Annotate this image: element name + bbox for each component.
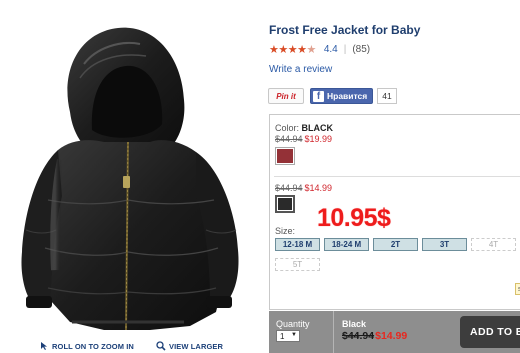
social-buttons: Pin it f Нравится 41	[268, 88, 397, 104]
swatch-price-2: $44.94 $14.99	[275, 183, 332, 193]
size-label: Size:	[275, 226, 296, 236]
product-image[interactable]	[0, 0, 262, 338]
rating-count[interactable]: (85)	[352, 44, 370, 55]
view-larger-label: VIEW LARGER	[169, 341, 224, 351]
size-option-4t: 4T	[471, 238, 516, 251]
purchase-divider	[333, 311, 334, 353]
swatch-price-1: $44.94 $19.99	[275, 134, 332, 144]
chevron-down-icon: ▼	[291, 332, 297, 338]
swatch-new-price: $19.99	[304, 134, 333, 144]
swatch-old-price: $44.94	[275, 134, 303, 144]
size-chart-link[interactable]: size	[515, 283, 520, 295]
product-title: Frost Free Jacket for Baby	[269, 23, 421, 37]
roll-to-zoom-link[interactable]: ROLL ON TO ZOOM IN	[40, 341, 134, 351]
color-label: Color: BLACK	[275, 123, 333, 133]
purchase-price: $44.94$14.99	[342, 330, 407, 342]
swatch-fill	[277, 149, 293, 163]
rating-separator: |	[343, 43, 347, 55]
pinterest-pin-button[interactable]: Pin it	[268, 88, 304, 104]
purchase-new-price: $14.99	[375, 330, 408, 342]
color-swatch-burgundy[interactable]	[275, 147, 295, 165]
zoom-controls: ROLL ON TO ZOOM IN VIEW LARGER	[38, 340, 268, 353]
product-options-panel: Color: BLACK * $44.94$19.99 $44.94$14.99…	[269, 114, 520, 310]
size-option-5t: 5T	[275, 258, 320, 271]
rating-stars: ★★★★★	[269, 43, 316, 56]
size-option-18-24m[interactable]: 18-24 M	[324, 238, 369, 251]
rating-value[interactable]: 4.4	[324, 44, 338, 55]
facebook-like-label: Нравится	[327, 91, 368, 101]
size-option-2t[interactable]: 2T	[373, 238, 418, 251]
roll-to-zoom-label: ROLL ON TO ZOOM IN	[52, 341, 134, 351]
facebook-like-button[interactable]: f Нравится	[310, 88, 374, 104]
swatch-fill	[278, 198, 292, 210]
cursor-icon	[41, 342, 47, 350]
swatch-old-price: $44.94	[275, 183, 303, 193]
black-puffer-jacket-image	[21, 27, 239, 331]
quantity-label: Quantity	[276, 319, 310, 329]
swatch-new-price: $14.99	[304, 183, 333, 193]
color-swatch-black[interactable]	[275, 195, 295, 213]
view-larger-link[interactable]: VIEW LARGER	[156, 341, 223, 351]
size-option-3t[interactable]: 3T	[422, 238, 467, 251]
color-prefix: Color:	[275, 123, 300, 133]
facebook-like-count: 41	[377, 88, 397, 104]
swatch-divider	[274, 176, 520, 177]
size-option-12-18m[interactable]: 12-18 M	[275, 238, 320, 251]
add-to-bag-button[interactable]: ADD TO BAG	[460, 316, 520, 348]
purchase-bar: Quantity 1 ▼ Black $44.94$14.99 ADD TO B…	[269, 311, 520, 353]
quantity-select[interactable]: 1 ▼	[276, 330, 300, 342]
quantity-value: 1	[280, 331, 285, 341]
purchase-old-price: $44.94	[342, 330, 375, 342]
purchase-color-name: Black	[342, 319, 367, 329]
magnifier-icon	[156, 341, 166, 351]
rating-summary[interactable]: ★★★★★ 4.4 | (85)	[269, 43, 370, 56]
promo-price-overlay: 10.95$	[317, 204, 391, 232]
facebook-icon: f	[313, 90, 324, 102]
selected-color-name: BLACK	[301, 123, 334, 133]
write-review-link[interactable]: Write a review	[269, 64, 332, 75]
